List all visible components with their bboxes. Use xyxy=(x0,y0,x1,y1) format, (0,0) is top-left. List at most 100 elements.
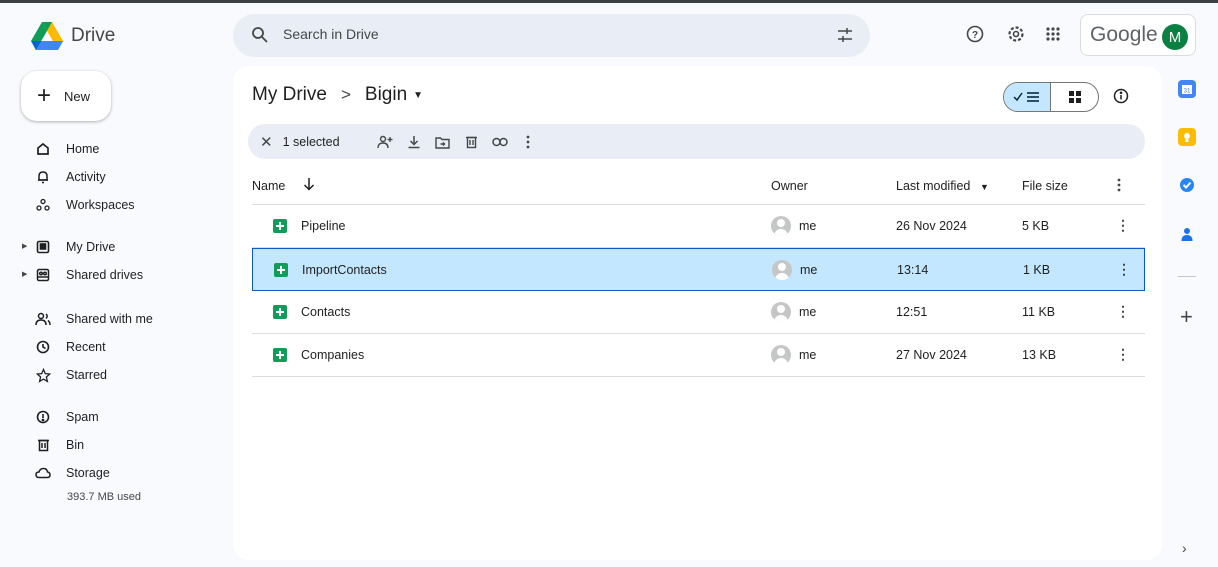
sidebar-item-label: My Drive xyxy=(66,240,116,254)
show-side-panel-chevron-icon[interactable]: › xyxy=(1182,540,1187,556)
sidebar-item-shared-with-me[interactable]: Shared with me xyxy=(34,308,153,330)
row-more-actions-icon[interactable]: ⋮ xyxy=(1116,303,1130,320)
file-owner: me xyxy=(799,219,817,233)
sidebar-item-shared-drives[interactable]: Shared drives xyxy=(34,264,143,286)
file-name[interactable]: Contacts xyxy=(301,305,350,319)
sidebar-item-label: Workspaces xyxy=(66,198,135,212)
column-header-name[interactable]: Name xyxy=(252,179,285,193)
sidebar-item-home[interactable]: Home xyxy=(34,138,99,160)
plus-icon: + xyxy=(37,82,52,109)
move-to-folder-icon[interactable] xyxy=(433,133,451,151)
file-modified: 13:14 xyxy=(897,263,929,277)
sidebar-item-storage[interactable]: Storage xyxy=(34,462,110,484)
get-addons-plus-icon[interactable]: + xyxy=(1180,304,1193,330)
tasks-icon[interactable] xyxy=(1178,176,1196,194)
file-row[interactable]: Companies me 27 Nov 2024 13 KB ⋮ xyxy=(252,334,1145,377)
sidebar-item-label: Starred xyxy=(66,368,107,382)
file-name[interactable]: ImportContacts xyxy=(302,263,387,277)
file-modified: 12:51 xyxy=(896,305,928,319)
new-button[interactable]: + New xyxy=(21,71,111,121)
rail-divider xyxy=(1178,276,1196,277)
keep-icon[interactable] xyxy=(1178,128,1196,146)
cloud-icon xyxy=(34,464,52,482)
delete-bin-icon[interactable] xyxy=(462,133,480,151)
clock-icon xyxy=(34,338,52,356)
download-icon[interactable] xyxy=(405,133,423,151)
my-drive-icon xyxy=(34,238,52,256)
file-size: 13 KB xyxy=(1022,348,1057,362)
caret-down-icon[interactable]: ▼ xyxy=(980,182,989,192)
sidebar-item-label: Storage xyxy=(66,466,110,480)
window-top-border xyxy=(0,0,1218,3)
column-options-more-icon[interactable] xyxy=(1117,178,1121,195)
svg-text:31: 31 xyxy=(1184,89,1191,95)
settings-icon[interactable] xyxy=(1005,23,1027,45)
filter-icon[interactable] xyxy=(836,26,854,49)
breadcrumb-root[interactable]: My Drive xyxy=(252,84,327,106)
owner-avatar-icon xyxy=(771,345,791,365)
owner-avatar-icon xyxy=(771,216,791,236)
file-size: 5 KB xyxy=(1022,219,1050,233)
owner-avatar-icon xyxy=(772,260,792,280)
sheets-file-icon xyxy=(274,263,288,277)
sidebar-item-spam[interactable]: Spam xyxy=(34,406,99,428)
column-header-last-modified[interactable]: Last modified xyxy=(896,179,970,193)
owner-avatar-icon xyxy=(771,302,791,322)
more-actions-icon[interactable] xyxy=(519,133,537,151)
column-header-file-size[interactable]: File size xyxy=(1022,179,1068,193)
sort-arrow-down-icon[interactable] xyxy=(303,177,315,194)
row-more-actions-icon[interactable]: ⋮ xyxy=(1117,261,1131,278)
home-icon xyxy=(34,140,52,158)
grid-view-button[interactable] xyxy=(1051,83,1098,111)
file-row[interactable]: Contacts me 12:51 11 KB ⋮ xyxy=(252,291,1145,334)
calendar-icon[interactable]: 31 xyxy=(1178,80,1196,98)
file-row-selected[interactable]: ImportContacts me 13:14 1 KB ⋮ xyxy=(252,248,1145,291)
row-more-actions-icon[interactable]: ⋮ xyxy=(1116,346,1130,363)
expand-caret-icon[interactable]: ▶ xyxy=(22,270,27,278)
sidebar-item-activity[interactable]: Activity xyxy=(34,166,106,188)
sidebar-item-workspaces[interactable]: Workspaces xyxy=(34,194,135,216)
search-input[interactable]: Search in Drive xyxy=(283,26,379,42)
bell-icon xyxy=(34,168,52,186)
row-more-actions-icon[interactable]: ⋮ xyxy=(1116,217,1130,234)
contacts-icon[interactable] xyxy=(1178,225,1196,243)
storage-used-text: 393.7 MB used xyxy=(67,491,141,503)
sidebar-item-recent[interactable]: Recent xyxy=(34,336,106,358)
drive-logo-icon xyxy=(31,22,63,50)
breadcrumb-current-folder[interactable]: Bigin xyxy=(365,84,407,106)
file-name[interactable]: Companies xyxy=(301,348,364,362)
file-size: 11 KB xyxy=(1022,305,1056,319)
spam-icon xyxy=(34,408,52,426)
drive-logo[interactable]: Drive xyxy=(31,22,115,50)
caret-down-icon[interactable]: ▼ xyxy=(413,90,423,101)
file-modified: 26 Nov 2024 xyxy=(896,219,967,233)
share-person-add-icon[interactable] xyxy=(376,133,394,151)
search-icon[interactable] xyxy=(251,26,269,49)
info-icon[interactable] xyxy=(1113,88,1129,109)
sidebar-item-my-drive[interactable]: My Drive xyxy=(34,236,115,258)
column-header-owner[interactable]: Owner xyxy=(771,179,808,193)
sidebar-item-label: Shared drives xyxy=(66,268,144,282)
clear-selection-close-icon[interactable]: ✕ xyxy=(260,133,273,151)
bin-icon xyxy=(34,436,52,454)
svg-text:?: ? xyxy=(972,30,978,41)
expand-caret-icon[interactable]: ▶ xyxy=(22,242,27,250)
apps-icon[interactable] xyxy=(1042,23,1064,45)
sidebar-item-label: Activity xyxy=(66,170,106,184)
list-view-button[interactable] xyxy=(1004,83,1052,111)
star-icon xyxy=(34,366,52,384)
shared-drives-icon xyxy=(34,266,52,284)
help-icon[interactable]: ? xyxy=(964,23,986,45)
sidebar-item-label: Spam xyxy=(66,410,99,424)
sidebar-item-starred[interactable]: Starred xyxy=(34,364,107,386)
copy-link-icon[interactable] xyxy=(491,133,509,151)
account-avatar[interactable]: M xyxy=(1162,24,1188,50)
search-bar[interactable]: Search in Drive xyxy=(233,14,870,57)
sidebar-item-bin[interactable]: Bin xyxy=(34,434,84,456)
sidebar-item-label: Home xyxy=(66,142,100,156)
app-name: Drive xyxy=(71,25,116,46)
breadcrumb-separator: > xyxy=(340,85,351,104)
file-row[interactable]: Pipeline me 26 Nov 2024 5 KB ⋮ xyxy=(252,205,1145,248)
sidebar-item-label: Recent xyxy=(66,340,106,354)
file-name[interactable]: Pipeline xyxy=(301,219,345,233)
